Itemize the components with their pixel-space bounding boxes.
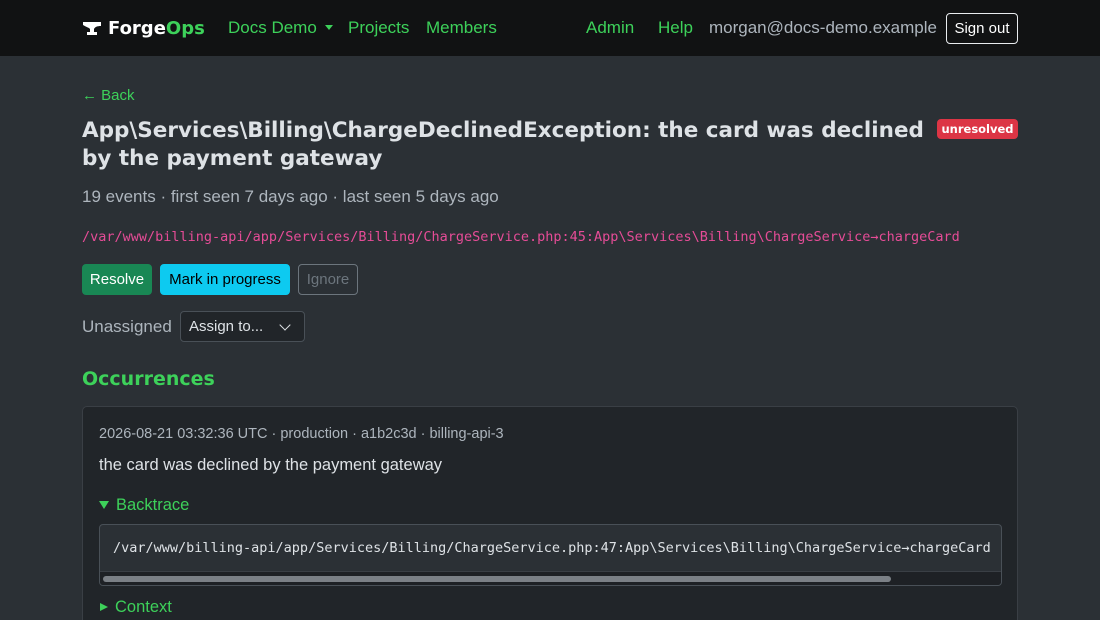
assign-select-value: Assign to... [189, 318, 264, 335]
scrollbar-thumb[interactable] [103, 576, 891, 582]
user-email: morgan@docs-demo.example [709, 18, 937, 37]
occurrences-heading: Occurrences [82, 368, 215, 390]
anvil-icon [82, 19, 102, 37]
occurrence-card: 2026-08-21 03:32:36 UTC · production · a… [82, 406, 1018, 620]
brand-name: Forge [108, 17, 166, 39]
resolve-button[interactable]: Resolve [82, 264, 152, 295]
chevron-down-icon [279, 319, 291, 331]
org-menu-dropdown[interactable]: Docs Demo [228, 17, 333, 39]
assignee-label: Unassigned [82, 317, 172, 336]
caret-down-icon [324, 25, 333, 30]
backtrace-line: /var/www/billing-api/app/Services/Billin… [113, 540, 991, 556]
nav-projects[interactable]: Projects [348, 17, 409, 39]
issue-location: /var/www/billing-api/app/Services/Billin… [82, 229, 960, 245]
backtrace-toggle[interactable]: Backtrace [99, 495, 189, 515]
brand-logo[interactable]: ForgeOps [82, 15, 205, 41]
status-badge: unresolved [937, 119, 1018, 139]
horizontal-scrollbar[interactable] [100, 571, 1001, 585]
mark-in-progress-button[interactable]: Mark in progress [160, 264, 290, 295]
issue-title: App\Services\Billing\ChargeDeclinedExcep… [82, 118, 924, 171]
triangle-down-icon [99, 501, 109, 509]
issue-meta: 19 events · first seen 7 days ago · last… [82, 187, 499, 206]
org-menu-label: Docs Demo [228, 18, 317, 37]
assign-select[interactable]: Assign to... [180, 311, 305, 342]
occurrence-meta: 2026-08-21 03:32:36 UTC · production · a… [99, 426, 504, 442]
nav-help[interactable]: Help [658, 17, 693, 39]
backtrace-label: Backtrace [116, 496, 190, 514]
ignore-button[interactable]: Ignore [298, 264, 358, 295]
backtrace-code-block[interactable]: /var/www/billing-api/app/Services/Billin… [99, 524, 1002, 586]
top-navbar: ForgeOps Docs Demo Projects Members Admi… [0, 0, 1100, 56]
back-link[interactable]: ← Back [82, 87, 135, 105]
nav-members[interactable]: Members [426, 17, 497, 39]
triangle-right-icon [100, 603, 108, 611]
context-toggle[interactable]: Context [99, 597, 172, 617]
brand-name-accent: Ops [165, 17, 205, 39]
occurrence-message: the card was declined by the payment gat… [99, 456, 443, 474]
nav-admin[interactable]: Admin [586, 17, 634, 39]
context-label: Context [115, 598, 172, 616]
sign-out-button[interactable]: Sign out [946, 13, 1018, 44]
